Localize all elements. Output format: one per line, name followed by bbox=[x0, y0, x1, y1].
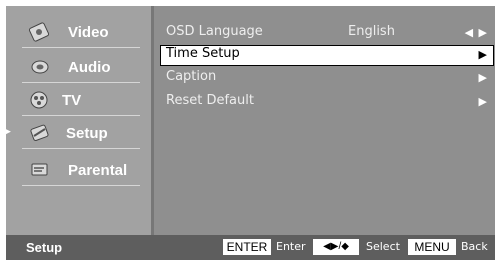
right-arrow-icon: ▶ bbox=[478, 48, 488, 61]
tv-icon bbox=[28, 89, 52, 111]
back-key-label: Back bbox=[461, 240, 488, 253]
navigation-key-badge: ◀▶/◆ bbox=[313, 239, 359, 255]
menu-row-osd-language[interactable]: OSD Language English ◀ ▶ bbox=[160, 23, 494, 44]
menu-row-caption[interactable]: Caption ▶ bbox=[160, 68, 494, 89]
menu-row-label: Caption bbox=[166, 69, 217, 84]
divider bbox=[22, 115, 140, 116]
divider bbox=[22, 82, 140, 83]
sidebar-item-label: Video bbox=[68, 24, 109, 41]
sidebar-item-label: Audio bbox=[68, 59, 111, 76]
sidebar-item-label: TV bbox=[62, 92, 82, 109]
sidebar-item-tv[interactable]: TV bbox=[14, 86, 140, 116]
selection-pointer-icon: ▶ bbox=[4, 127, 11, 137]
menu-row-reset-default[interactable]: Reset Default ▶ bbox=[160, 92, 494, 113]
menu-row-label: Time Setup bbox=[166, 46, 240, 61]
sidebar-item-setup[interactable]: ▶ Setup bbox=[4, 119, 140, 149]
sidebar-item-video[interactable]: Video bbox=[14, 18, 140, 48]
audio-icon bbox=[28, 56, 52, 78]
menu-row-label: OSD Language bbox=[166, 24, 263, 39]
status-title: Setup bbox=[26, 240, 63, 255]
setup-icon bbox=[28, 122, 52, 144]
enter-key-badge: ENTER bbox=[223, 239, 271, 255]
sidebar-item-parental[interactable]: Parental bbox=[14, 156, 140, 186]
right-arrow-icon: ▶ bbox=[478, 95, 488, 108]
enter-key-label: Enter bbox=[276, 240, 306, 253]
video-icon bbox=[28, 21, 52, 43]
right-arrow-icon: ▶ bbox=[478, 71, 488, 84]
left-right-arrows-icon: ◀ ▶ bbox=[464, 26, 488, 39]
sidebar-item-audio[interactable]: Audio bbox=[14, 53, 140, 83]
select-key-label: Select bbox=[366, 240, 400, 253]
menu-row-time-setup[interactable]: Time Setup ▶ bbox=[160, 45, 494, 66]
sidebar-item-label: Parental bbox=[68, 162, 128, 179]
status-bar: Setup ENTER Enter ◀▶/◆ Select MENU Back bbox=[6, 235, 495, 260]
menu-key-badge: MENU bbox=[408, 239, 456, 255]
divider bbox=[22, 148, 140, 149]
divider bbox=[22, 47, 140, 48]
menu-row-label: Reset Default bbox=[166, 93, 254, 108]
divider bbox=[22, 185, 140, 186]
menu-row-value: English bbox=[348, 24, 395, 39]
parental-icon bbox=[28, 159, 52, 181]
panel-divider bbox=[151, 6, 154, 235]
sidebar-item-label: Setup bbox=[66, 125, 108, 142]
